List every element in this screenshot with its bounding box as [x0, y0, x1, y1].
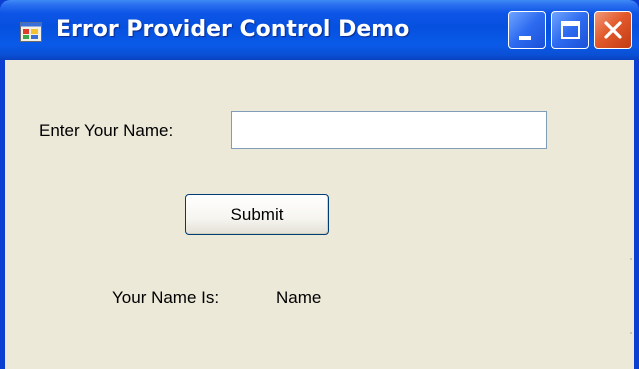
size-grip-dot	[630, 332, 632, 334]
submit-button[interactable]: Submit	[185, 194, 329, 235]
name-prompt-label: Enter Your Name:	[39, 121, 174, 140]
result-label: Your Name Is:	[112, 288, 220, 307]
app-icon[interactable]	[20, 22, 42, 42]
minimize-button[interactable]	[508, 11, 546, 49]
minimize-icon	[519, 36, 531, 40]
name-input[interactable]	[231, 111, 547, 149]
title-bar[interactable]: Error Provider Control Demo	[0, 0, 639, 60]
size-grip-dot	[630, 258, 632, 260]
result-value: Name	[276, 288, 322, 307]
maximize-button[interactable]	[551, 11, 589, 49]
maximize-icon	[561, 21, 580, 39]
form-client-area: Enter Your Name: Submit Your Name Is: Na…	[5, 60, 634, 369]
close-button[interactable]	[594, 11, 632, 49]
close-icon	[604, 21, 622, 39]
app-window: Error Provider Control Demo Enter Your N…	[0, 0, 639, 369]
window-title: Error Provider Control Demo	[56, 17, 410, 42]
